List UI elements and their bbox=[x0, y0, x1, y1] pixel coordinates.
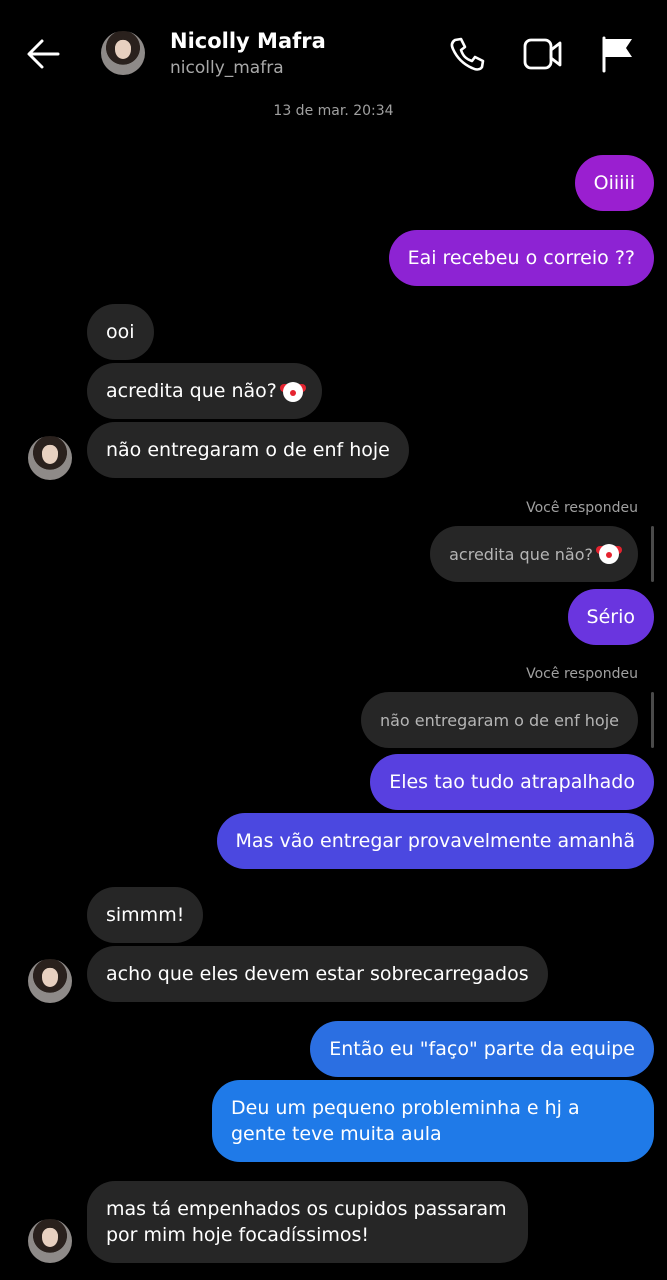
contact-avatar[interactable] bbox=[28, 1219, 72, 1263]
contact-avatar[interactable] bbox=[28, 436, 72, 480]
message-text: Mas vão entregar provavelmente amanhã bbox=[235, 830, 635, 852]
back-arrow-icon[interactable] bbox=[22, 32, 66, 76]
outgoing-message[interactable]: Oiiiii bbox=[574, 155, 654, 211]
conversation-timestamp: 13 de mar. 20:34 bbox=[273, 103, 394, 119]
message-text: mas tá empenhados os cupidos passaram po… bbox=[106, 1198, 507, 1246]
reply-label: Você respondeu bbox=[526, 666, 638, 682]
message-text: Eles tao tudo atrapalhado bbox=[389, 771, 635, 793]
quoted-text: acredita que não? bbox=[449, 544, 593, 564]
clown-face-emoji-icon bbox=[277, 378, 306, 404]
outgoing-message[interactable]: Mas vão entregar provavelmente amanhã bbox=[216, 813, 654, 869]
outgoing-message[interactable]: Eles tao tudo atrapalhado bbox=[370, 754, 654, 810]
message-text: acredita que não? bbox=[106, 380, 277, 402]
chat-screen: Nicolly Mafra nicolly_mafra 13 de mar. 2… bbox=[0, 0, 667, 1280]
contact-avatar[interactable] bbox=[101, 31, 145, 75]
quoted-text: não entregaram o de enf hoje bbox=[379, 710, 619, 730]
quote-bar bbox=[651, 692, 654, 748]
clown-face-emoji-icon bbox=[593, 544, 622, 565]
outgoing-message[interactable]: Deu um pequeno probleminha e hj a gente … bbox=[212, 1080, 654, 1162]
phone-icon[interactable] bbox=[446, 34, 486, 74]
video-camera-icon[interactable] bbox=[522, 34, 562, 74]
contact-username[interactable]: nicolly_mafra bbox=[170, 58, 284, 78]
incoming-message[interactable]: acho que eles devem estar sobrecarregado… bbox=[87, 946, 548, 1002]
message-text: acho que eles devem estar sobrecarregado… bbox=[106, 963, 529, 985]
quoted-message[interactable]: acredita que não? bbox=[430, 526, 638, 582]
chat-header: Nicolly Mafra nicolly_mafra bbox=[0, 0, 667, 100]
incoming-message[interactable]: não entregaram o de enf hoje bbox=[87, 422, 409, 478]
message-text: Oiiiii bbox=[593, 172, 635, 194]
incoming-message[interactable]: acredita que não? bbox=[87, 363, 322, 419]
message-text: Sério bbox=[586, 606, 635, 628]
contact-name[interactable]: Nicolly Mafra bbox=[170, 29, 326, 53]
message-text: Eai recebeu o correio ?? bbox=[407, 247, 635, 269]
outgoing-message[interactable]: Eai recebeu o correio ?? bbox=[388, 230, 654, 286]
quoted-message[interactable]: não entregaram o de enf hoje bbox=[360, 692, 638, 748]
outgoing-message[interactable]: Sério bbox=[567, 589, 654, 645]
outgoing-message[interactable]: Então eu "faço" parte da equipe bbox=[310, 1021, 654, 1077]
incoming-message[interactable]: mas tá empenhados os cupidos passaram po… bbox=[87, 1181, 528, 1263]
message-text: simmm! bbox=[106, 904, 185, 926]
contact-avatar[interactable] bbox=[28, 959, 72, 1003]
message-text: não entregaram o de enf hoje bbox=[106, 439, 390, 461]
quote-bar bbox=[651, 526, 654, 582]
message-text: ooi bbox=[106, 321, 135, 343]
message-text: Deu um pequeno probleminha e hj a gente … bbox=[231, 1097, 580, 1145]
reply-label: Você respondeu bbox=[526, 500, 638, 516]
message-text: Então eu "faço" parte da equipe bbox=[329, 1038, 635, 1060]
incoming-message[interactable]: ooi bbox=[87, 304, 154, 360]
incoming-message[interactable]: simmm! bbox=[87, 887, 204, 943]
flag-icon[interactable] bbox=[597, 34, 637, 74]
